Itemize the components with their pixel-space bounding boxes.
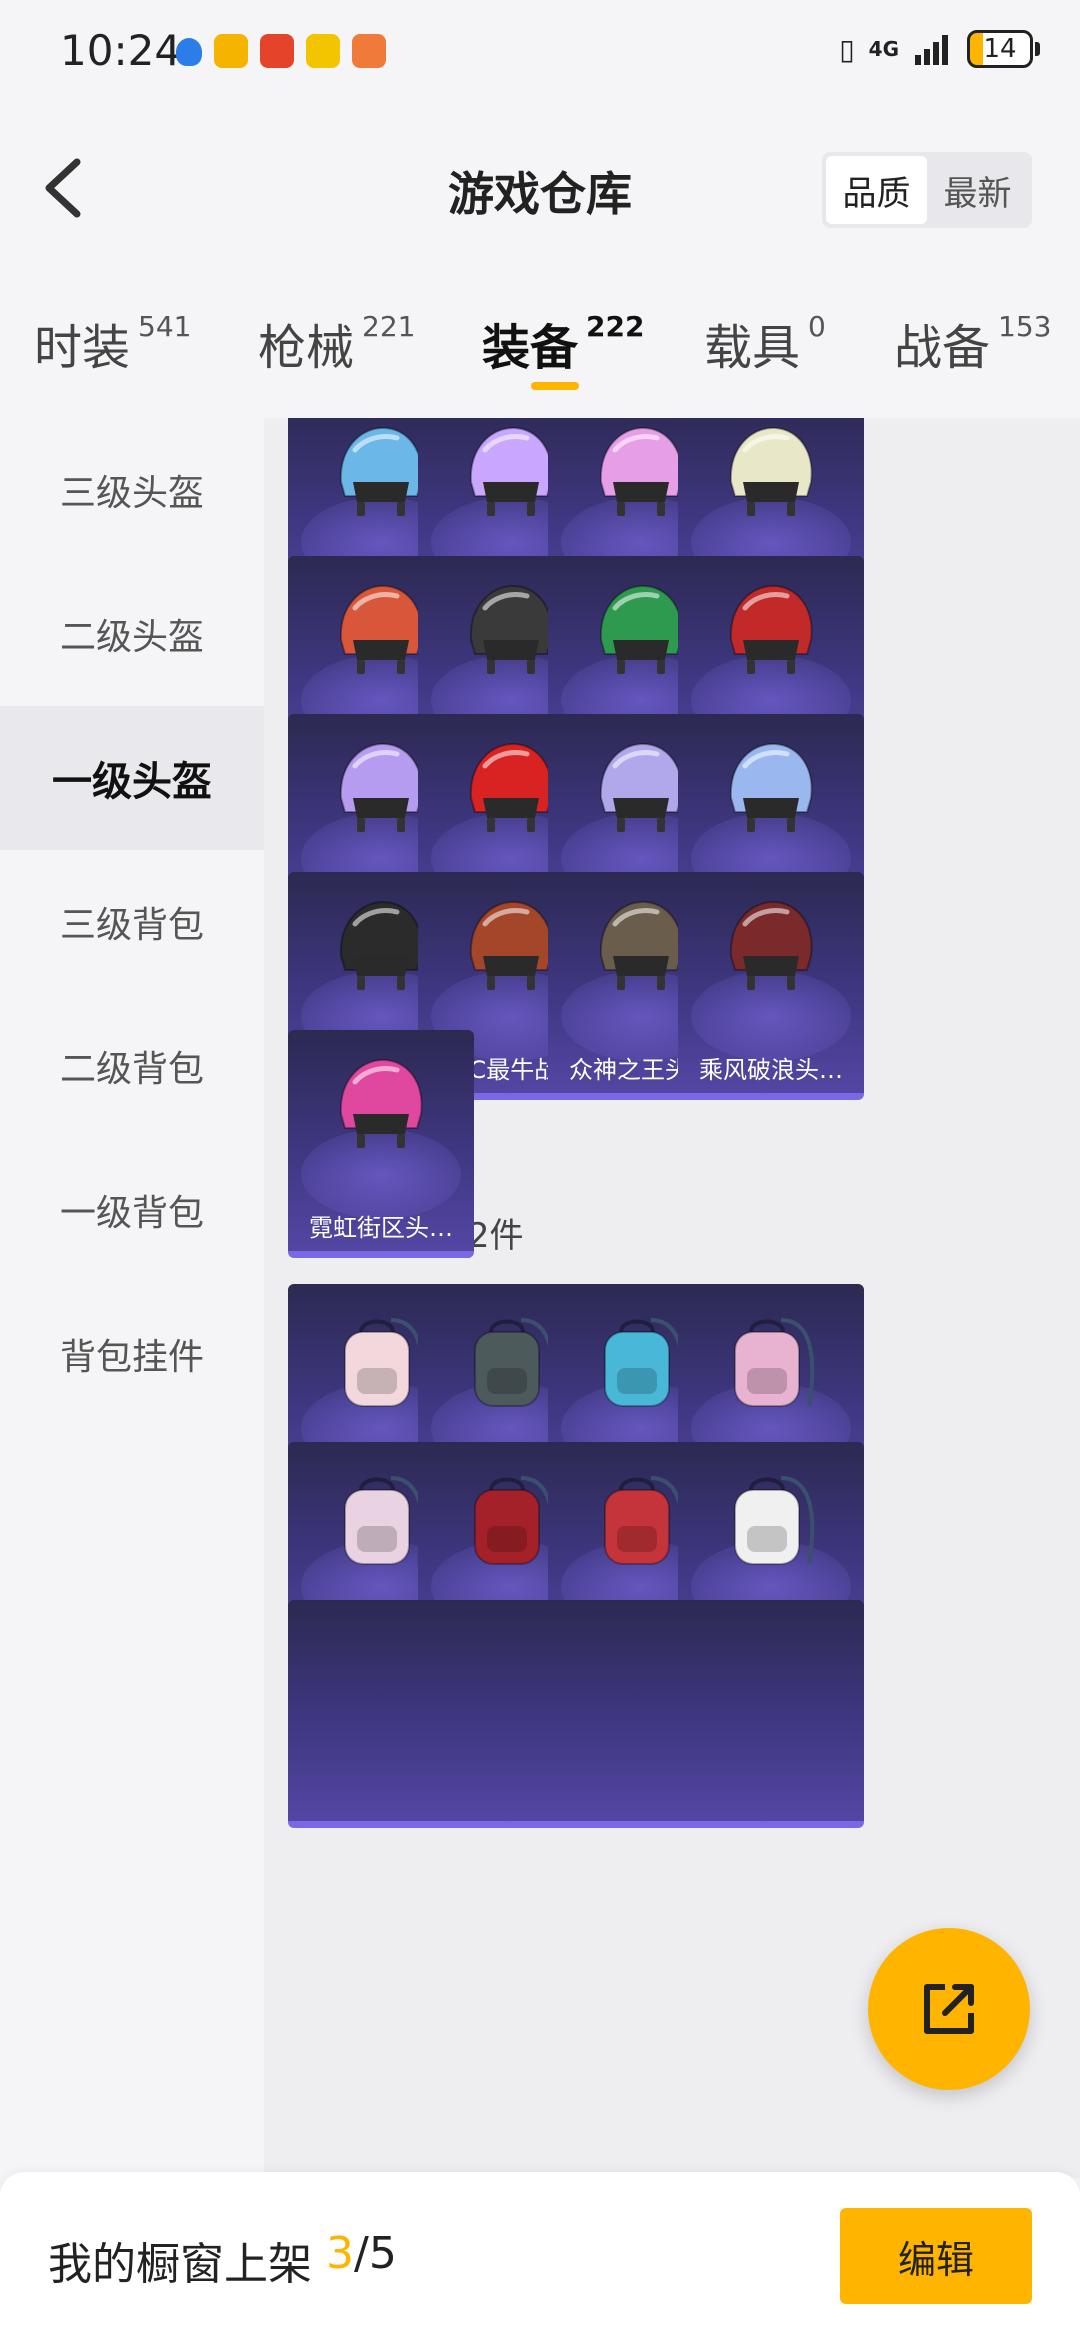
backpack-icon <box>344 1318 425 1407</box>
status-time: 10:24 <box>60 26 182 75</box>
showcase-used-count: 3 <box>326 2228 354 2279</box>
helmet-icon <box>469 900 553 990</box>
share-button[interactable] <box>868 1928 1030 2090</box>
helmet-icon <box>339 742 423 832</box>
external-link-icon <box>924 1984 974 2034</box>
helmet-card[interactable]: 乘风破浪头… <box>678 872 864 1100</box>
notification-icons <box>176 34 386 68</box>
helmet-card[interactable]: 霓虹街区头… <box>288 1030 474 1258</box>
battery-icon: 14 <box>967 30 1040 68</box>
sort-by-newest[interactable]: 最新 <box>927 156 1028 224</box>
helmet-icon <box>339 1058 423 1148</box>
bottom-bar: 我的橱窗上架 3 /5 编辑 <box>0 2172 1080 2340</box>
sidebar-item-level1-helmet[interactable]: 一级头盔 <box>0 706 264 850</box>
showcase-status: 我的橱窗上架 3 /5 <box>48 2228 397 2292</box>
sort-toggle: 品质 最新 <box>822 152 1032 228</box>
tab-label: 载具 <box>704 320 801 376</box>
showcase-total-count: /5 <box>354 2228 397 2279</box>
tab-count: 541 <box>138 310 192 343</box>
sidebar-item-backpack-charm[interactable]: 背包挂件 <box>0 1282 264 1426</box>
tab-label: 时装 <box>34 320 131 376</box>
backpack-card[interactable] <box>678 1600 864 1828</box>
helmet-icon <box>599 900 683 990</box>
app-icon-4 <box>352 34 386 68</box>
sort-by-quality[interactable]: 品质 <box>826 156 927 224</box>
header: 游戏仓库 品质 最新 <box>0 104 1080 274</box>
network-type: 4G <box>868 37 899 61</box>
backpack-icon <box>604 1476 685 1565</box>
warehouse-screen: 10:24 ▯ 4G 14 游戏仓库 品质 最新 时装 541 枪械 221 装… <box>0 0 1080 2340</box>
tab-count: 153 <box>998 310 1052 343</box>
backpack-icon <box>734 1476 815 1565</box>
edit-button[interactable]: 编辑 <box>840 2208 1032 2304</box>
app-icon-3 <box>306 34 340 68</box>
status-bar: 10:24 ▯ 4G 14 <box>0 0 1080 104</box>
tab-count: 0 <box>808 310 826 343</box>
tab-label: 装备 <box>482 320 579 376</box>
tab-firearms[interactable]: 枪械 221 <box>258 308 415 378</box>
helmet-icon <box>339 426 423 516</box>
sidebar-item-level2-backpack[interactable]: 二级背包 <box>0 994 264 1138</box>
tab-label: 枪械 <box>258 320 355 376</box>
tab-combat-gear[interactable]: 战备 153 <box>894 308 1051 378</box>
backpack-icon <box>474 1476 555 1565</box>
system-icons: ▯ 4G 14 <box>839 30 1040 68</box>
helmet-icon <box>729 426 813 516</box>
sidebar-item-level2-helmet[interactable]: 二级头盔 <box>0 562 264 706</box>
helmet-icon <box>339 584 423 674</box>
backpack-icon <box>474 1318 555 1407</box>
helmet-icon <box>729 900 813 990</box>
helmet-icon <box>729 742 813 832</box>
subcategory-sidebar: 三级头盔 二级头盔 一级头盔 三级背包 二级背包 一级背包 背包挂件 <box>0 418 264 2178</box>
battery-level: 14 <box>983 34 1017 64</box>
item-name: 霓虹街区头… <box>309 1214 453 1242</box>
category-tabs: 时装 541 枪械 221 装备 222 载具 0 战备 153 <box>0 290 1080 410</box>
tab-count: 221 <box>362 310 416 343</box>
tab-count: 222 <box>586 310 645 343</box>
tab-equipment[interactable]: 装备 222 <box>482 308 644 378</box>
helmet-icon <box>469 584 553 674</box>
active-tab-indicator <box>531 382 579 390</box>
backpack-icon <box>734 1318 815 1407</box>
sidebar-item-level3-helmet[interactable]: 三级头盔 <box>0 418 264 562</box>
tab-fashion[interactable]: 时装 541 <box>34 308 191 378</box>
app-icon-1 <box>214 34 248 68</box>
helmet-icon <box>599 426 683 516</box>
helmet-icon <box>339 900 423 990</box>
tab-label: 战备 <box>894 320 991 376</box>
sidebar-item-level3-backpack[interactable]: 三级背包 <box>0 850 264 994</box>
signal-icon <box>915 35 948 65</box>
vibrate-icon: ▯ <box>839 32 855 66</box>
shield-app-icon <box>176 38 202 66</box>
backpack-icon <box>344 1476 425 1565</box>
helmet-icon <box>469 742 553 832</box>
showcase-label: 我的橱窗上架 <box>48 2239 312 2290</box>
helmet-icon <box>599 742 683 832</box>
sidebar-item-level1-backpack[interactable]: 一级背包 <box>0 1138 264 1282</box>
app-icon-2 <box>260 34 294 68</box>
backpack-icon <box>604 1318 685 1407</box>
item-name: 乘风破浪头… <box>699 1056 843 1084</box>
item-grid: 三级背包: 32件 海螺星光头…异彩先驱头…蓝莓炮弹头…萌趣颜团子…虎虎生威头…… <box>264 418 1080 2178</box>
helmet-icon <box>469 426 553 516</box>
helmet-icon <box>599 584 683 674</box>
helmet-icon <box>729 584 813 674</box>
tab-vehicles[interactable]: 载具 0 <box>704 308 826 378</box>
